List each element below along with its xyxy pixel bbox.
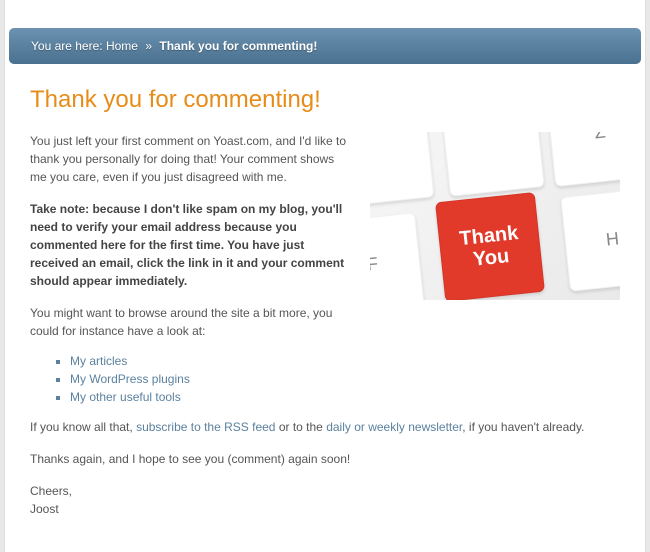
breadcrumb-home-link[interactable]: Home — [106, 39, 138, 53]
list-item: My WordPress plugins — [70, 372, 620, 386]
author-name: Joost — [30, 502, 59, 516]
page-title: Thank you for commenting! — [30, 86, 620, 114]
content-area: Thank you for commenting! Z F H Thank Yo… — [5, 36, 645, 552]
list-item: My articles — [70, 354, 620, 368]
my-useful-tools-link[interactable]: My other useful tools — [70, 390, 181, 404]
breadcrumb-prefix: You are here: — [31, 39, 103, 53]
rss-post-text: , if you haven't already. — [462, 420, 584, 434]
signoff: Cheers, Joost — [30, 482, 620, 518]
page-wrap: You are here: Home » Thank you for comme… — [4, 0, 646, 552]
cheers-text: Cheers, — [30, 484, 72, 498]
breadcrumb-current: Thank you for commenting! — [159, 39, 317, 53]
newsletter-link[interactable]: daily or weekly newsletter — [326, 420, 462, 434]
rss-subscribe-link[interactable]: subscribe to the RSS feed — [136, 420, 275, 434]
keyboard-key — [370, 132, 434, 206]
keyboard-key-h: H — [560, 187, 620, 291]
list-item: My other useful tools — [70, 390, 620, 404]
thank-you-keyboard-image: Z F H Thank You — [370, 132, 620, 300]
keyboard-key-f: F — [370, 212, 425, 300]
thank-you-key: Thank You — [435, 192, 545, 300]
rss-pre-text: If you know all that, — [30, 420, 136, 434]
breadcrumb-separator: » — [145, 39, 152, 53]
rss-paragraph: If you know all that, subscribe to the R… — [30, 418, 620, 436]
my-articles-link[interactable]: My articles — [70, 354, 127, 368]
keyboard-key — [440, 132, 544, 197]
breadcrumb: You are here: Home » Thank you for comme… — [9, 28, 641, 64]
browse-paragraph: You might want to browse around the site… — [30, 304, 620, 340]
rss-mid-text: or to the — [275, 420, 326, 434]
my-wordpress-plugins-link[interactable]: My WordPress plugins — [70, 372, 190, 386]
suggestion-list: My articles My WordPress plugins My othe… — [70, 354, 620, 404]
keyboard-key-z: Z — [545, 132, 620, 187]
thanks-again-paragraph: Thanks again, and I hope to see you (com… — [30, 450, 620, 468]
